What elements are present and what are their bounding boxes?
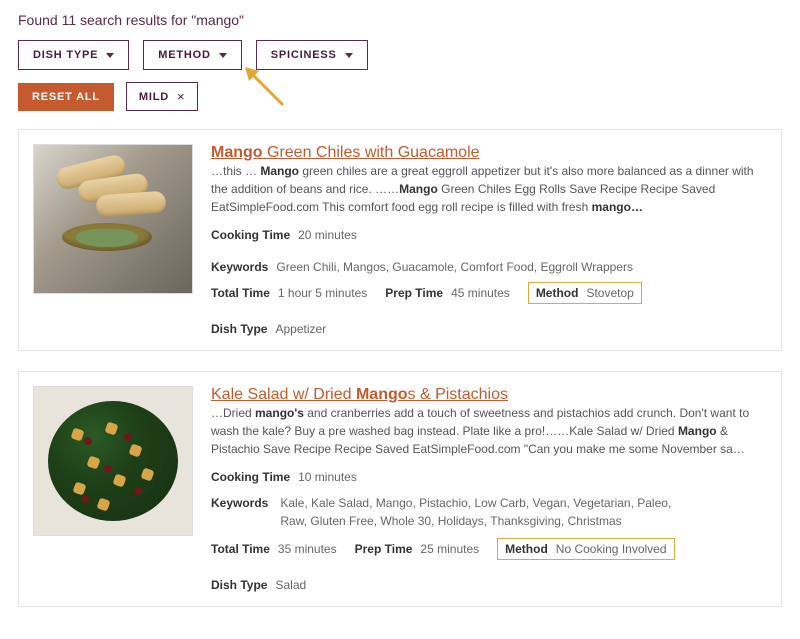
search-results-summary: Found 11 search results for "mango" [18,12,782,28]
meta-prep-time: Prep Time25 minutes [355,542,480,556]
chevron-down-icon [219,53,227,58]
meta-method-highlighted: MethodStovetop [528,282,642,304]
active-filters-row: RESET ALL MILD × [18,82,782,111]
chip-label: MILD [139,91,169,103]
meta-total-time: Total Time1 hour 5 minutes [211,286,367,300]
search-result: Kale Salad w/ Dried Mangos & Pistachios … [18,371,782,607]
search-result: Mango Green Chiles with Guacamole …this … [18,129,782,351]
filter-label: METHOD [158,49,210,61]
recipe-thumbnail[interactable] [33,144,193,294]
meta-keywords: KeywordsKale, Kale Salad, Mango, Pistach… [211,494,767,530]
filter-label: DISH TYPE [33,49,98,61]
filter-dish-type[interactable]: DISH TYPE [18,40,129,70]
chevron-down-icon [345,53,353,58]
meta-dish-type: Dish TypeAppetizer [211,322,326,336]
meta-cooking-time: Cooking Time20 minutes [211,228,357,242]
reset-all-button[interactable]: RESET ALL [18,83,114,111]
chevron-down-icon [106,53,114,58]
meta-method-highlighted: MethodNo Cooking Involved [497,538,674,560]
meta-prep-time: Prep Time45 minutes [385,286,510,300]
meta-dish-type: Dish TypeSalad [211,578,306,592]
close-icon: × [177,90,185,103]
filter-chip-mild[interactable]: MILD × [126,82,199,111]
meta-total-time: Total Time35 minutes [211,542,337,556]
meta-keywords: KeywordsGreen Chili, Mangos, Guacamole, … [211,260,633,274]
result-content: Kale Salad w/ Dried Mangos & Pistachios … [211,386,767,592]
filter-spiciness[interactable]: SPICINESS [256,40,368,70]
filter-bar: DISH TYPE METHOD SPICINESS [18,40,782,70]
recipe-thumbnail[interactable] [33,386,193,536]
meta-cooking-time: Cooking Time10 minutes [211,470,357,484]
recipe-snippet: …this … Mango green chiles are a great e… [211,162,767,216]
recipe-snippet: …Dried mango's and cranberries add a tou… [211,404,767,458]
filter-method[interactable]: METHOD [143,40,241,70]
recipe-title-link[interactable]: Kale Salad w/ Dried Mangos & Pistachios [211,386,508,403]
filter-label: SPICINESS [271,49,337,61]
recipe-title-link[interactable]: Mango Green Chiles with Guacamole [211,144,480,161]
result-content: Mango Green Chiles with Guacamole …this … [211,144,767,336]
